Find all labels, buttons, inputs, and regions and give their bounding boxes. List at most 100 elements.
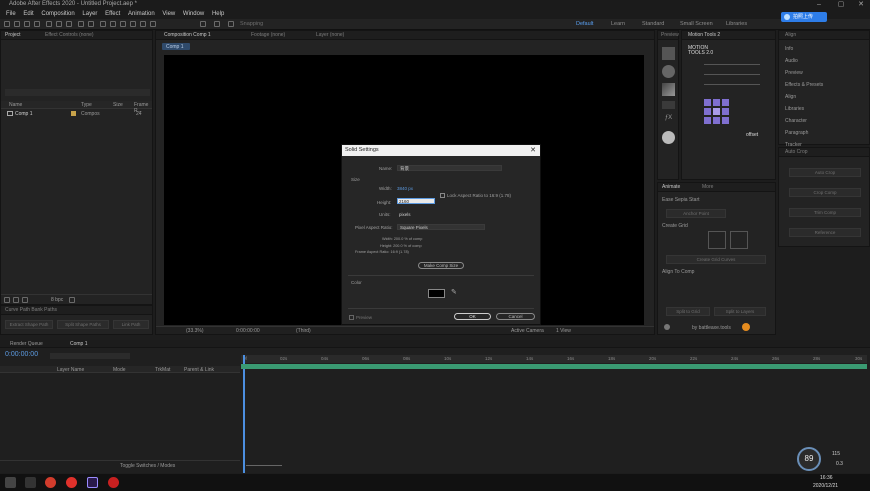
units-dropdown[interactable]: pixels: [399, 212, 411, 217]
motion-slider-3[interactable]: [704, 84, 760, 85]
resolution-dropdown[interactable]: (Third): [296, 328, 311, 334]
tab-preview[interactable]: Preview: [661, 32, 679, 38]
work-area-bar[interactable]: [241, 364, 867, 369]
selection-tool-icon[interactable]: [14, 21, 20, 27]
upload-badge-button[interactable]: 拍照上传: [781, 12, 827, 22]
menu-layer[interactable]: Layer: [82, 10, 97, 19]
pan-behind-tool-icon[interactable]: [66, 21, 72, 27]
clock-time[interactable]: 16:36: [820, 475, 833, 481]
stack-preview[interactable]: Preview: [785, 70, 803, 76]
tab-comp-timeline[interactable]: Comp 1: [70, 341, 88, 347]
current-time[interactable]: 0:00:00:00: [236, 328, 260, 334]
timeline-search-input[interactable]: [50, 353, 130, 359]
ok-button[interactable]: OK: [454, 313, 491, 320]
toggle-switches-modes[interactable]: Toggle Switches / Modes: [120, 463, 175, 469]
camera-dropdown[interactable]: Active Camera: [511, 328, 544, 334]
workspace-libraries[interactable]: Libraries: [726, 21, 747, 27]
anchor-br[interactable]: [722, 117, 729, 124]
puppet-tool-icon[interactable]: [150, 21, 156, 27]
align-icon[interactable]: [200, 21, 206, 27]
type-tool-icon[interactable]: [100, 21, 106, 27]
anchor-point-button[interactable]: Anchor Point: [666, 209, 726, 218]
tab-align-stack[interactable]: Align: [785, 32, 796, 38]
create-grid-curves-button[interactable]: Create Grid Curves: [666, 255, 766, 264]
camera-tool-icon[interactable]: [56, 21, 62, 27]
rotate-tool-icon[interactable]: [46, 21, 52, 27]
col-name[interactable]: Name: [9, 102, 22, 108]
gear-icon[interactable]: [664, 324, 670, 330]
stack-effects-presets[interactable]: Effects & Presets: [785, 82, 823, 88]
link-path-button[interactable]: Link Path: [113, 320, 149, 329]
tab-project[interactable]: Project: [5, 32, 21, 38]
menu-view[interactable]: View: [162, 10, 175, 19]
sphere-icon[interactable]: [662, 65, 675, 78]
zoom-tool-icon[interactable]: [34, 21, 40, 27]
tab-animate[interactable]: Animate: [662, 184, 680, 190]
lock-aspect-checkbox[interactable]: [440, 193, 445, 198]
workspace-learn[interactable]: Learn: [611, 21, 625, 27]
grid-preview-1[interactable]: [708, 231, 726, 249]
stack-info[interactable]: Info: [785, 46, 793, 52]
stack-paragraph[interactable]: Paragraph: [785, 130, 808, 136]
col-trkmat[interactable]: TrkMat: [155, 367, 170, 373]
home-icon[interactable]: [4, 21, 10, 27]
tab-more[interactable]: More: [702, 184, 713, 190]
tab-composition[interactable]: Composition Comp 1: [164, 32, 211, 38]
anchor-bc[interactable]: [713, 117, 720, 124]
menu-file[interactable]: File: [6, 10, 16, 19]
new-folder-icon[interactable]: [13, 297, 19, 303]
make-comp-size-button[interactable]: Make Comp Size: [418, 262, 464, 269]
task-view-icon[interactable]: [25, 477, 36, 488]
hand-tool-icon[interactable]: [24, 21, 30, 27]
dialog-close-icon[interactable]: ✕: [530, 145, 536, 156]
motion-slider-1[interactable]: [704, 64, 760, 65]
auto-crop-button[interactable]: Auto Crop: [789, 168, 861, 177]
chrome-icon[interactable]: [45, 477, 56, 488]
split-to-layers-button[interactable]: Split to Layers: [714, 307, 766, 316]
start-icon[interactable]: [5, 477, 16, 488]
cancel-button[interactable]: Cancel: [496, 313, 535, 320]
rectangle-tool-icon[interactable]: [78, 21, 84, 27]
tab-effect-controls[interactable]: Effect Controls (none): [45, 32, 94, 38]
fx-icon[interactable]: ƒX: [662, 115, 675, 128]
zoom-dropdown[interactable]: (33.3%): [186, 328, 204, 334]
new-composition-icon[interactable]: [22, 297, 28, 303]
performance-gauge[interactable]: 89: [797, 447, 821, 471]
preview-checkbox[interactable]: [349, 315, 354, 320]
stack-libraries[interactable]: Libraries: [785, 106, 804, 112]
clone-tool-icon[interactable]: [120, 21, 126, 27]
timeline-current-time[interactable]: 0:00:00:00: [5, 351, 38, 358]
snapping-checkbox[interactable]: [228, 21, 234, 27]
anchor-tr[interactable]: [722, 99, 729, 106]
zoom-slider[interactable]: [246, 465, 282, 466]
eyedropper-icon[interactable]: ✎: [451, 288, 457, 296]
light-sphere-icon[interactable]: [662, 131, 675, 144]
stack-audio[interactable]: Audio: [785, 58, 798, 64]
netease-music-icon[interactable]: [66, 477, 77, 488]
label-color-chip[interactable]: [71, 111, 76, 116]
menu-effect[interactable]: Effect: [105, 10, 120, 19]
anchor-mr[interactable]: [722, 108, 729, 115]
name-field[interactable]: 背景: [400, 166, 409, 172]
reference-button[interactable]: Reference: [789, 228, 861, 237]
stack-character[interactable]: Character: [785, 118, 807, 124]
playhead[interactable]: [243, 355, 245, 473]
color-swatch[interactable]: [428, 289, 445, 298]
menu-window[interactable]: Window: [183, 10, 204, 19]
col-type[interactable]: Type: [81, 102, 92, 108]
split-to-grid-button[interactable]: Split to Grid: [666, 307, 710, 316]
col-mode[interactable]: Mode: [113, 367, 126, 373]
tab-layer[interactable]: Layer (none): [316, 32, 344, 38]
anchor-tl[interactable]: [704, 99, 711, 106]
project-search-input[interactable]: [5, 89, 150, 96]
col-layer-name[interactable]: Layer Name: [57, 367, 84, 373]
menu-animation[interactable]: Animation: [128, 10, 155, 19]
menu-edit[interactable]: Edit: [23, 10, 33, 19]
trim-comp-button[interactable]: Trim Comp: [789, 208, 861, 217]
workspace-standard[interactable]: Standard: [642, 21, 664, 27]
grid-preview-2[interactable]: [730, 231, 748, 249]
maximize-button[interactable]: ▢: [834, 0, 848, 10]
tab-footage[interactable]: Footage (none): [251, 32, 285, 38]
record-icon[interactable]: [108, 477, 119, 488]
menu-composition[interactable]: Composition: [41, 10, 74, 19]
